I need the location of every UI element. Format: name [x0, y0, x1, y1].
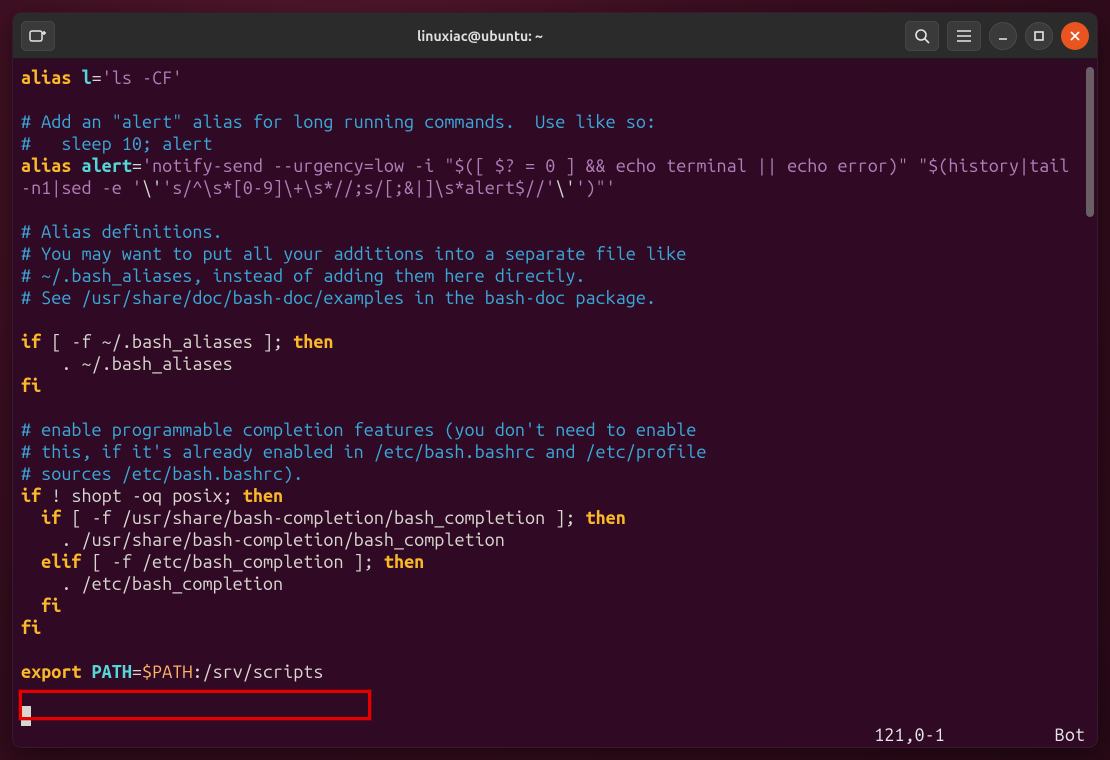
alias-name-alert: alert — [82, 156, 132, 176]
comment: # enable programmable completion feature… — [21, 420, 696, 440]
kw-then: then — [384, 552, 424, 572]
source-etc-bash-completion: . /etc/bash_completion — [21, 574, 283, 594]
kw-fi: fi — [21, 376, 41, 396]
kw-then: then — [293, 332, 333, 352]
kw-fi: fi — [21, 618, 41, 638]
shopt-check: shopt -oq posix — [71, 486, 222, 506]
hamburger-icon — [956, 30, 972, 42]
editor-statusbar: 121,0-1 Bot — [13, 723, 1097, 747]
close-icon — [1069, 30, 1081, 42]
path-value: $PATH — [142, 662, 192, 682]
kw-alias: alias — [21, 156, 71, 176]
kw-if: if — [21, 508, 61, 528]
kw-alias: alias — [21, 68, 71, 88]
new-tab-button[interactable] — [21, 21, 55, 51]
path-append: :/srv/scripts — [192, 662, 323, 682]
comment: # You may want to put all your additions… — [21, 244, 686, 264]
new-tab-icon — [29, 28, 47, 44]
search-button[interactable] — [905, 21, 939, 51]
comment: # See /usr/share/doc/bash-doc/examples i… — [21, 288, 656, 308]
kw-then: then — [586, 508, 626, 528]
comment: # Add an "alert" alias for long running … — [21, 112, 656, 132]
kw-export: export — [21, 662, 81, 682]
terminal-viewport[interactable]: alias l='ls -CF' # Add an "alert" alias … — [13, 59, 1097, 747]
alias-name-l: l — [82, 68, 92, 88]
alias-l-value: 'ls -CF' — [102, 68, 183, 88]
kw-then: then — [243, 486, 283, 506]
buffer-position: Bot — [1055, 725, 1085, 745]
kw-if: if — [21, 332, 41, 352]
var-path: PATH — [92, 662, 132, 682]
titlebar: linuxiac@ubuntu: ~ — [13, 13, 1097, 59]
comment: # sources /etc/bash.bashrc). — [21, 464, 303, 484]
source-bash-aliases: . ~/.bash_aliases — [21, 354, 233, 374]
maximize-button[interactable] — [1025, 22, 1053, 50]
comment: # this, if it's already enabled in /etc/… — [21, 442, 706, 462]
kw-fi: fi — [21, 596, 61, 616]
kw-elif: elif — [21, 552, 82, 572]
terminal-window: linuxiac@ubuntu: ~ — [12, 12, 1098, 748]
window-title: linuxiac@ubuntu: ~ — [55, 28, 905, 44]
close-button[interactable] — [1061, 22, 1089, 50]
kw-if: if — [21, 486, 41, 506]
source-bash-completion: . /usr/share/bash-completion/bash_comple… — [21, 530, 505, 550]
hamburger-menu-button[interactable] — [947, 21, 981, 51]
search-icon — [914, 28, 930, 44]
maximize-icon — [1033, 30, 1045, 42]
scrollbar-thumb[interactable] — [1086, 67, 1094, 217]
comment: # sleep 10; alert — [21, 134, 213, 154]
minimize-icon — [997, 30, 1009, 42]
comment: # ~/.bash_aliases, instead of adding the… — [21, 266, 585, 286]
minimize-button[interactable] — [989, 22, 1017, 50]
editor-content[interactable]: alias l='ls -CF' # Add an "alert" alias … — [21, 67, 1089, 727]
comment: # Alias definitions. — [21, 222, 223, 242]
cursor-position: 121,0-1 — [874, 725, 945, 745]
